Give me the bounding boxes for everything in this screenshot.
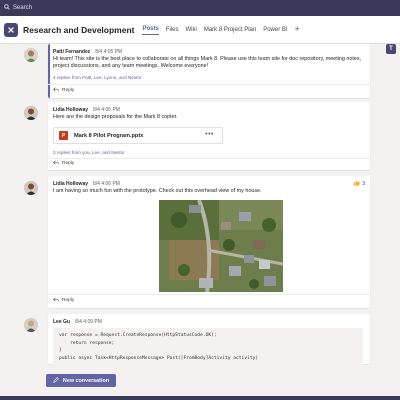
message-time: 8/4 4:09 PM: [74, 319, 102, 325]
compose-icon: [53, 376, 59, 385]
thumbs-up-icon: [353, 180, 361, 188]
file-name: Mark 8 Pilot Program.pptx: [74, 132, 144, 139]
message-card: Lee Gu 8/4 4:09 PM var response = Reques…: [48, 314, 370, 367]
team-logo-icon: [4, 22, 18, 37]
reply-button[interactable]: Reply: [53, 297, 74, 304]
message-time: 8/4 4:05 PM: [93, 107, 120, 113]
bottom-bar: [0, 396, 400, 400]
reply-button[interactable]: Reply: [53, 87, 74, 94]
add-tab-button[interactable]: +: [295, 25, 300, 34]
message-text: Here are the design proposals for the Ma…: [53, 114, 178, 120]
channel-title: Research and Development: [23, 24, 135, 35]
tab-mark-8-project-plan[interactable]: Mark 8 Project Plan: [204, 25, 256, 35]
reply-button[interactable]: Reply: [53, 160, 74, 167]
reply-icon: [53, 87, 59, 94]
reaction-count: 3: [362, 181, 365, 187]
message-time: 8/4 4:05 PM: [95, 49, 123, 55]
message-author: Lee Gu: [53, 319, 70, 325]
reaction-badge[interactable]: 3: [353, 180, 365, 188]
tab-power-bi[interactable]: Power BI: [263, 25, 287, 35]
file-attachment[interactable]: P Mark 8 Pilot Program.pptx •••: [53, 127, 223, 144]
reply-label: Reply: [62, 298, 75, 303]
top-bar: Search: [0, 0, 400, 16]
message-author: Lidia Holloway: [53, 107, 89, 113]
more-options-icon[interactable]: •••: [205, 131, 214, 138]
teams-app-icon: T: [386, 44, 396, 54]
search-label: Search: [13, 5, 33, 11]
replies-summary[interactable]: 3 replies from you, Lee, and Nestor: [53, 150, 125, 155]
divider: [48, 294, 370, 295]
code-snippet: var response = Request.CreateResponse(Ht…: [53, 328, 363, 367]
replies-summary[interactable]: 4 replies from Patti, Lee, Lynne, and Ne…: [53, 75, 141, 80]
divider: [48, 84, 370, 85]
search-icon: [4, 4, 10, 12]
tab-files[interactable]: Files: [166, 25, 179, 35]
reply-icon: [53, 160, 59, 167]
tab-wiki[interactable]: Wiki: [186, 25, 197, 35]
reply-icon: [53, 297, 59, 304]
message-author: Patti Fernandez: [53, 49, 91, 55]
tab-posts[interactable]: Posts: [142, 24, 159, 35]
aerial-house-image[interactable]: [159, 200, 283, 292]
avatar: [24, 48, 38, 62]
channel-header: Research and Development Posts Files Wik…: [0, 16, 400, 44]
reply-label: Reply: [62, 161, 75, 166]
new-conversation-label: New conversation: [62, 377, 110, 384]
message-time: 8/4 4:06 PM: [93, 181, 120, 187]
message-text: I am having so much fun with the prototy…: [53, 188, 262, 194]
message-author: Lidia Holloway: [53, 181, 89, 187]
reply-label: Reply: [62, 88, 75, 93]
avatar: [24, 106, 38, 120]
message-card: Lidia Holloway 8/4 4:05 PM Here are the …: [48, 102, 370, 170]
divider: [48, 158, 370, 159]
avatar: [24, 181, 38, 195]
search-box[interactable]: Search: [4, 4, 32, 12]
message-card: Lidia Holloway 8/4 4:06 PM 3 I am having…: [48, 176, 370, 308]
message-text: Hi team! This site is the best place to …: [53, 56, 362, 69]
avatar: [24, 318, 38, 332]
new-conversation-button[interactable]: New conversation: [46, 374, 116, 387]
message-card: Patti Fernandez 8/4 4:05 PM Hi team! Thi…: [48, 44, 370, 98]
powerpoint-icon: P: [59, 131, 68, 140]
message-accent: [48, 44, 50, 98]
